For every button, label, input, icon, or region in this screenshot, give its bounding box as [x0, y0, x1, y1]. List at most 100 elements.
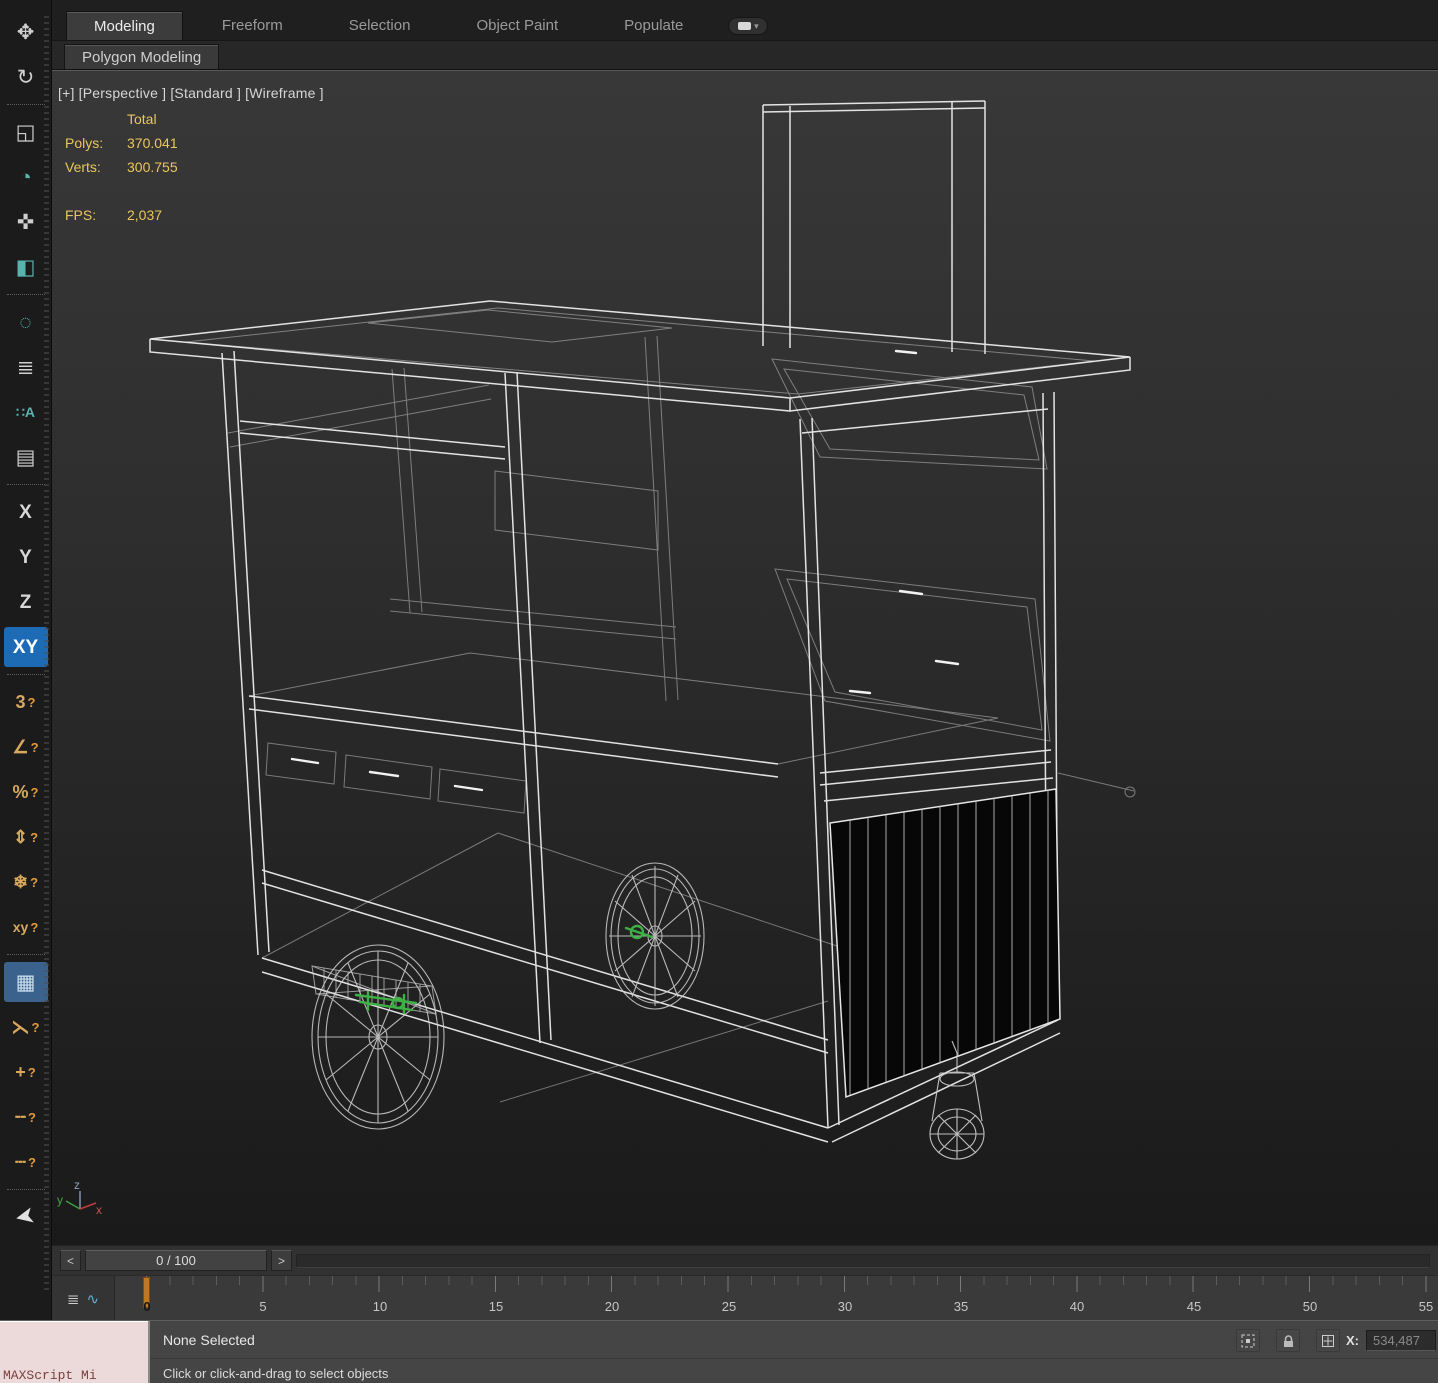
soft-selection-button[interactable]: ◌ [4, 302, 48, 342]
angle-snap-button[interactable]: ◔ [4, 157, 48, 197]
script-dash-b-button[interactable]: ┄? [4, 1142, 48, 1182]
toolbar-separator [7, 294, 45, 295]
xy-axis-icon: XY [13, 638, 38, 657]
perspective-viewport[interactable]: z y x [+] [Perspective ] [Standard ] [Wi… [52, 70, 1438, 1245]
key-mode-icon[interactable]: ≣ [67, 1290, 80, 1308]
stat-verts-label: Verts: [65, 159, 127, 175]
x-coordinate-label: X: [1346, 1333, 1359, 1348]
ribbon-config-button[interactable]: ▾ [728, 17, 768, 35]
tab-populate[interactable]: Populate [597, 11, 710, 40]
ruler-icon: ▤ [16, 447, 36, 468]
axis-tripod: z y x [57, 1178, 102, 1217]
green-hardware[interactable] [356, 926, 652, 1013]
ribbon: Modeling Freeform Selection Object Paint… [52, 0, 1438, 70]
region-icon: ◱ [16, 122, 36, 143]
list-icon: ≣ [17, 357, 35, 378]
viewport-label[interactable]: [+] [Perspective ] [Standard ] [Wirefram… [58, 85, 324, 101]
maxscript-label: MAXScript Mi [3, 1368, 97, 1383]
stat-row-polys: Polys:370.041 [65, 135, 178, 159]
track-bar-ruler[interactable]: 0 5 10 15 20 25 30 35 40 45 50 55 [115, 1276, 1438, 1321]
selection-region-button[interactable]: ◱ [4, 112, 48, 152]
isolate-selection-button[interactable] [1236, 1329, 1260, 1352]
track-bar-tools: ≣ ∿ [52, 1276, 115, 1321]
ruler-tick-label: 55 [1419, 1299, 1433, 1314]
toolbar-grip[interactable] [44, 16, 49, 1293]
previous-frame-button[interactable]: < [60, 1250, 81, 1271]
script-3-button[interactable]: 3? [4, 682, 48, 722]
chevron-down-icon: ▾ [754, 21, 759, 32]
stat-polys-value: 370.041 [127, 135, 178, 151]
ruler-tick-label: 10 [373, 1299, 387, 1314]
selection-status: None Selected [163, 1332, 255, 1348]
axis-xy-button[interactable]: XY [4, 627, 48, 667]
panel-polygon-modeling[interactable]: Polygon Modeling [64, 44, 219, 69]
axis-x-label: x [96, 1203, 102, 1217]
time-slider-row: < 0 / 100 > [52, 1245, 1438, 1275]
tab-modeling[interactable]: Modeling [66, 11, 183, 40]
axis-x-button[interactable]: X [4, 492, 48, 532]
absolute-mode-button[interactable] [1316, 1329, 1340, 1352]
next-frame-button[interactable]: > [271, 1250, 292, 1271]
time-slider-track[interactable] [296, 1254, 1430, 1268]
question-mark-icon: ? [28, 1066, 36, 1079]
select-and-rotate-button[interactable]: ↻ [4, 57, 48, 97]
script-ik-button[interactable]: ⋋? [4, 1007, 48, 1047]
status-bar: MAXScript Mi None Selected Click or clic… [0, 1320, 1438, 1383]
middle-wheel[interactable] [606, 863, 704, 1009]
x-coordinate-field[interactable]: 534,487 [1366, 1330, 1436, 1351]
axis-y-button[interactable]: Y [4, 537, 48, 577]
script-xy-button[interactable]: xy? [4, 907, 48, 947]
question-mark-icon: ? [30, 831, 38, 844]
script-dash-a-button[interactable]: ╌? [4, 1097, 48, 1137]
maxscript-mini-listener[interactable]: MAXScript Mi [0, 1321, 150, 1383]
named-selections-button[interactable]: ≣ [4, 347, 48, 387]
mirror-icon: ◧ [16, 257, 36, 278]
pie-icon: ◔ [19, 167, 32, 188]
script-offset-button[interactable]: ⇕? [4, 817, 48, 857]
prompt-line: Click or click-and-drag to select object… [163, 1366, 388, 1381]
viewport-statistics: Total Polys:370.041 Verts:300.755 FPS:2,… [65, 111, 178, 231]
question-mark-icon: ? [28, 696, 36, 709]
script-angle-button[interactable]: ∠? [4, 727, 48, 767]
ribbon-tab-bar: Modeling Freeform Selection Object Paint… [52, 0, 1438, 40]
toolbar-separator [7, 104, 45, 105]
axis-z-button[interactable]: Z [4, 582, 48, 622]
selection-lock-button[interactable] [1276, 1329, 1300, 1352]
script-freeze-button[interactable]: ❄? [4, 862, 48, 902]
transform-gizmo-button[interactable]: ✜ [4, 202, 48, 242]
mirror-button[interactable]: ◧ [4, 247, 48, 287]
question-mark-icon: ? [28, 1111, 36, 1124]
front-wheel[interactable] [312, 945, 444, 1129]
script-add-button[interactable]: +? [4, 1052, 48, 1092]
dotted-circle-icon: ◌ [19, 312, 31, 333]
stat-row-total: Total [65, 111, 178, 135]
script-percent-button[interactable]: %? [4, 772, 48, 812]
select-arrow-button[interactable]: ➤ [4, 1197, 48, 1237]
tab-freeform[interactable]: Freeform [195, 11, 310, 40]
stat-row-verts: Verts:300.755 [65, 159, 178, 183]
tab-object-paint[interactable]: Object Paint [449, 11, 585, 40]
slatted-panel[interactable] [830, 789, 1060, 1097]
tab-selection[interactable]: Selection [322, 11, 438, 40]
curve-editor-icon[interactable]: ∿ [87, 1290, 100, 1308]
grid-snap-toggle-button[interactable]: ▦ [4, 962, 48, 1002]
time-slider-handle[interactable]: 0 / 100 [85, 1250, 267, 1271]
percent-icon: % [13, 783, 29, 801]
dash-icon: ╌ [15, 1108, 26, 1126]
ruler-tick-label: 25 [722, 1299, 736, 1314]
plus-icon: + [15, 1063, 26, 1081]
offset-icon: ⇕ [13, 828, 28, 846]
grid-align-button[interactable]: ∷A [4, 392, 48, 432]
wire-basket[interactable] [312, 966, 436, 1014]
axis-y-label: y [57, 1193, 63, 1207]
toolbar-separator [7, 1189, 45, 1190]
ruler-grid-button[interactable]: ▤ [4, 437, 48, 477]
ik-icon: ⋋ [12, 1018, 30, 1036]
absolute-mode-icon [1320, 1333, 1336, 1349]
select-and-move-button[interactable]: ✥ [4, 12, 48, 52]
move-icon: ✥ [17, 22, 35, 43]
stat-polys-label: Polys: [65, 135, 127, 151]
wireframe-model[interactable]: z y x [52, 71, 1438, 1245]
cursor-arrow-icon: ➤ [13, 1203, 38, 1231]
ruler-tick-label: 5 [259, 1299, 266, 1314]
